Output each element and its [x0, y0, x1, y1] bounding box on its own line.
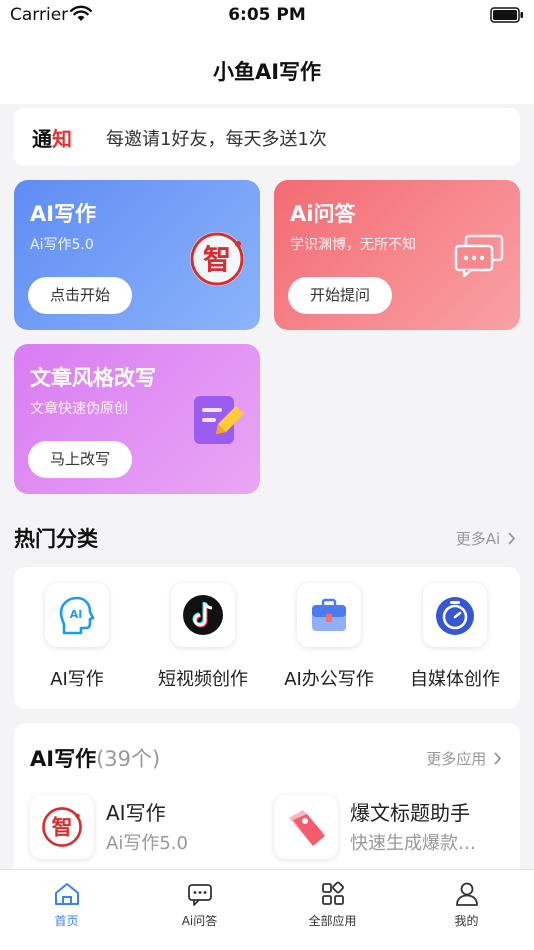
category-label: 短视频创作: [158, 669, 248, 690]
status-time: 6:05 PM: [228, 5, 306, 25]
card-subtitle: 学识渊博，无所不知: [290, 237, 416, 253]
notice-banner[interactable]: 通知 每邀请1好友，每天多送1次: [14, 108, 520, 166]
tab-bar: 首页 Ai问答 全部应用 我的: [0, 869, 534, 950]
apps-title-text: AI写作: [30, 747, 97, 771]
tab-label: 首页: [54, 914, 79, 928]
card-title: 文章风格改写: [30, 366, 156, 390]
app-item-title-helper[interactable]: 爆文标题助手 快速生成爆款…: [274, 795, 514, 859]
card-ai-writing[interactable]: AI写作 Ai写作5.0 点击开始 智: [14, 180, 260, 330]
tab-home[interactable]: 首页: [0, 880, 133, 929]
hot-category-panel: AI AI写作 短视频创作 AI办公写作 自媒体创作: [14, 567, 520, 709]
ai-head-icon: AI: [45, 583, 109, 647]
price-tag-icon: [274, 795, 338, 859]
more-ai-link[interactable]: 更多Ai: [456, 528, 516, 549]
timer-icon: [423, 583, 487, 647]
notice-tag: 通知: [32, 123, 72, 152]
app-name: 爆文标题助手: [350, 801, 470, 825]
ask-button[interactable]: 开始提问: [288, 277, 392, 314]
edit-document-icon: [194, 396, 244, 444]
notice-text: 每邀请1好友，每天多送1次: [106, 129, 327, 150]
battery-icon: [490, 7, 523, 23]
chat-icon: [187, 884, 212, 906]
status-bar: Carrier 6:05 PM: [0, 0, 534, 32]
category-ai-writing[interactable]: AI AI写作: [14, 583, 140, 691]
nav-bar: 小鱼AI写作: [0, 32, 534, 104]
card-title: Ai问答: [290, 202, 356, 226]
card-ai-qa[interactable]: Ai问答 学识渊博，无所不知 开始提问: [274, 180, 520, 330]
more-apps-label: 更多应用: [426, 750, 487, 768]
svg-text:AI: AI: [70, 608, 83, 621]
zhi-seal-icon: 智: [30, 795, 94, 859]
user-icon: [455, 882, 478, 906]
card-title: AI写作: [30, 202, 97, 226]
home-icon: [54, 883, 79, 905]
briefcase-icon: [297, 583, 361, 647]
chat-bubbles-icon: [454, 234, 504, 278]
more-ai-label: 更多Ai: [455, 530, 501, 548]
card-subtitle: 文章快速伪原创: [30, 401, 128, 417]
app-item-ai-writing[interactable]: 智 AI写作 Ai写作5.0: [30, 795, 270, 859]
category-label: 自媒体创作: [410, 669, 500, 690]
svg-text:智: 智: [52, 815, 73, 839]
tiktok-icon: [171, 583, 235, 647]
app-name: AI写作: [106, 801, 166, 825]
svg-text:智: 智: [203, 243, 231, 276]
tab-label: 我的: [454, 914, 479, 928]
more-apps-link[interactable]: 更多应用: [426, 748, 502, 769]
start-button[interactable]: 点击开始: [28, 277, 132, 314]
chevron-right-icon: [494, 752, 502, 765]
notice-tag-part2: 知: [52, 127, 72, 151]
tab-me[interactable]: 我的: [400, 880, 533, 929]
apps-section-title: AI写作(39个): [30, 743, 160, 773]
category-label: AI写作: [50, 669, 104, 690]
apps-panel: AI写作(39个) 更多应用 智 AI写作 Ai写作5.0 爆文标题助手 快速生…: [14, 723, 520, 883]
chevron-right-icon: [508, 532, 516, 545]
tab-label: Ai问答: [181, 914, 218, 928]
card-rewrite[interactable]: 文章风格改写 文章快速伪原创 马上改写: [14, 344, 260, 494]
card-subtitle: Ai写作5.0: [30, 237, 94, 253]
tab-ai-qa[interactable]: Ai问答: [133, 880, 266, 929]
notice-tag-part1: 通: [32, 127, 52, 151]
page-title: 小鱼AI写作: [212, 60, 322, 84]
category-office-writing[interactable]: AI办公写作: [266, 583, 392, 691]
app-desc: Ai写作5.0: [106, 833, 188, 854]
zhi-seal-icon: 智: [190, 232, 244, 286]
section-title-hot: 热门分类: [14, 527, 98, 551]
apps-count: (39个): [96, 747, 161, 771]
grid-icon: [321, 881, 344, 905]
app-desc: 快速生成爆款…: [350, 833, 476, 854]
category-self-media[interactable]: 自媒体创作: [392, 583, 518, 691]
tab-all-apps[interactable]: 全部应用: [266, 880, 399, 929]
tab-label: 全部应用: [308, 914, 357, 928]
category-label: AI办公写作: [284, 669, 374, 690]
category-short-video[interactable]: 短视频创作: [140, 583, 266, 691]
rewrite-button[interactable]: 马上改写: [28, 441, 132, 478]
